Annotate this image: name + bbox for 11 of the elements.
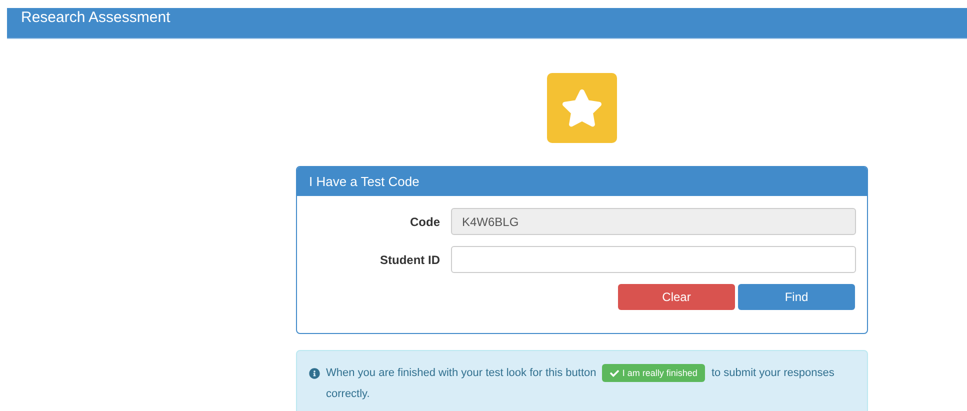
panel-title: I Have a Test Code <box>297 167 867 196</box>
find-button[interactable]: Find <box>738 284 855 310</box>
info-message: When you are finished with your test look for this button I am really finished to submit your responses correctly. <box>326 363 855 405</box>
clear-button[interactable]: Clear <box>618 284 735 310</box>
finished-button[interactable]: I am really finished <box>602 364 706 382</box>
field-label: Student ID <box>379 252 440 266</box>
check-icon <box>610 368 620 378</box>
field-label: Code <box>409 214 440 228</box>
info-icon <box>309 368 320 379</box>
app-title: Research Assessment <box>21 8 170 28</box>
input-field[interactable] <box>451 246 856 273</box>
